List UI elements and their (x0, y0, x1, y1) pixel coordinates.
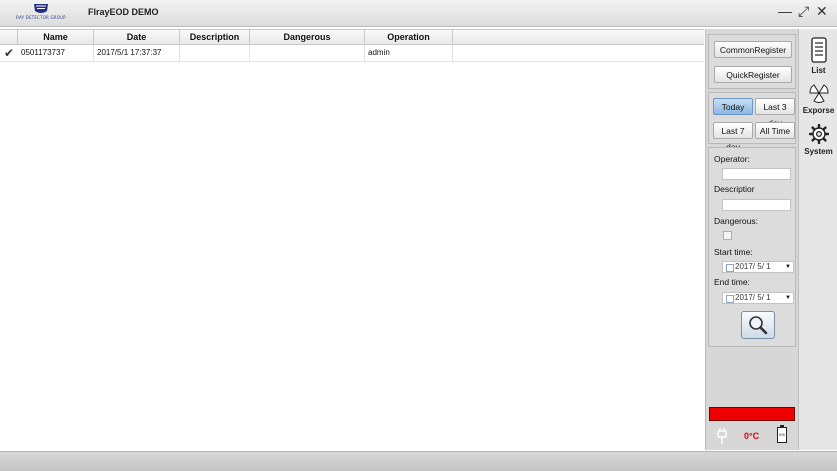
temperature-readout: 0°C (744, 431, 760, 441)
battery-level-text: 0% (779, 432, 785, 437)
control-panel: CommonRegister QuickRegister Today Last … (705, 29, 798, 450)
radiation-icon (809, 84, 828, 103)
operator-label: Operator: (714, 154, 750, 164)
nav-label-exporse: Exporse (802, 106, 835, 115)
end-time-picker[interactable]: 2017/ 5/ 1 ▼ (722, 292, 794, 304)
status-bar (0, 451, 837, 471)
nav-label-list: List (811, 66, 826, 75)
column-header-date[interactable]: Date (94, 30, 180, 44)
register-group: CommonRegister QuickRegister (708, 34, 796, 89)
gear-icon (808, 123, 829, 145)
dangerous-label: Dangerous: (714, 216, 758, 226)
list-icon (810, 37, 827, 63)
side-navigation: List Exporse System (798, 29, 837, 450)
restore-button[interactable]: ⤢ (798, 2, 809, 20)
app-title: FlrayEOD DEMO (88, 7, 159, 17)
end-time-value: 2017/ 5/ 1 (735, 293, 771, 302)
company-logo: RAY DETECTOR GROUP (12, 2, 70, 24)
start-time-checkbox[interactable] (726, 264, 734, 272)
power-plug-icon (717, 428, 727, 444)
cell-operation: admin (365, 45, 453, 61)
magnifier-icon (749, 316, 768, 335)
row-check-icon[interactable]: ✔ (4, 46, 14, 60)
alarm-indicator-bar (709, 407, 795, 421)
nav-item-list[interactable]: List (799, 37, 837, 75)
end-time-label: End time: (714, 277, 750, 287)
column-header-description[interactable]: Description (180, 30, 250, 44)
header-check-column (0, 30, 18, 44)
today-button[interactable]: Today (713, 98, 753, 115)
start-time-picker[interactable]: 2017/ 5/ 1 ▼ (722, 261, 794, 273)
column-header-operation[interactable]: Operation (365, 30, 453, 44)
last-7-day-button[interactable]: Last 7 day (713, 122, 753, 152)
nav-item-exporse[interactable]: Exporse (799, 83, 837, 115)
start-time-label: Start time: (714, 247, 753, 257)
quick-register-button[interactable]: QuickRegister (714, 66, 792, 83)
battery-icon: 0% (777, 425, 787, 443)
table-header: Name Date Description Dangerous Operatio… (0, 29, 704, 45)
cell-name: 0501173737 (18, 45, 94, 61)
common-register-button[interactable]: CommonRegister (714, 41, 792, 58)
logo-text: RAY DETECTOR GROUP (16, 15, 66, 20)
logo-emblem-icon (34, 4, 48, 13)
minimize-button[interactable]: — (778, 2, 792, 20)
table-row[interactable]: ✔ 0501173737 2017/5/1 17:37:37 admin (0, 45, 704, 62)
date-range-group: Today Last 3 day Last 7 day All Time (708, 92, 796, 152)
dropdown-arrow-icon[interactable]: ▼ (785, 293, 791, 303)
last-3-day-button[interactable]: Last 3 day (755, 98, 795, 128)
start-time-value: 2017/ 5/ 1 (735, 262, 771, 271)
description-input[interactable] (722, 199, 791, 211)
close-button[interactable]: ✕ (816, 2, 828, 20)
column-header-name[interactable]: Name (18, 30, 94, 44)
cell-description (180, 45, 250, 61)
all-time-button[interactable]: All Time (755, 122, 795, 139)
column-header-dangerous[interactable]: Dangerous (250, 30, 365, 44)
nav-item-system[interactable]: System (799, 123, 837, 156)
cell-dangerous (250, 45, 365, 61)
nav-label-system: System (804, 147, 833, 156)
records-table: Name Date Description Dangerous Operatio… (0, 29, 704, 62)
filter-group: Operator: Descriptior Dangerous: Start t… (708, 147, 796, 347)
description-label: Descriptior (714, 184, 755, 194)
dropdown-arrow-icon[interactable]: ▼ (785, 262, 791, 272)
operator-input[interactable] (722, 168, 791, 180)
dangerous-checkbox[interactable] (723, 231, 732, 240)
search-button[interactable] (741, 311, 775, 339)
title-bar: RAY DETECTOR GROUP FlrayEOD DEMO — ⤢ ✕ (0, 0, 837, 27)
end-time-checkbox[interactable] (726, 295, 734, 303)
cell-date: 2017/5/1 17:37:37 (94, 45, 180, 61)
